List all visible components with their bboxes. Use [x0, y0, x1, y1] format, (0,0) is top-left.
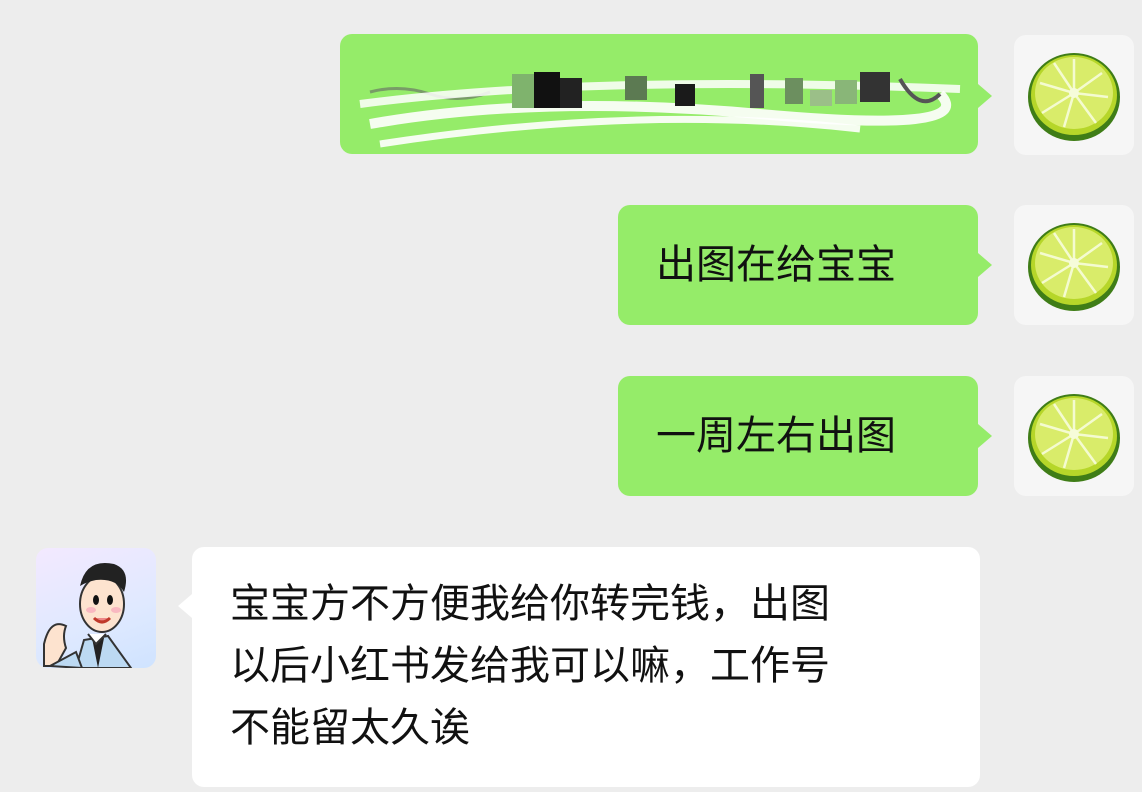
message-bubble-redacted[interactable]: [340, 34, 978, 154]
lime-slice-icon: [1028, 53, 1120, 141]
bubble-tail: [178, 594, 192, 618]
lime-slice-icon: [1028, 223, 1120, 311]
cartoon-man-icon: [43, 562, 133, 668]
self-avatar[interactable]: [1014, 376, 1134, 496]
message-bubble-incoming[interactable]: 宝宝方不方便我给你转完钱，出图 以后小红书发给我可以嘛，工作号 不能留太久诶: [192, 547, 980, 787]
bubble-tail: [978, 424, 992, 448]
lime-slice-icon: [1028, 394, 1120, 482]
message-line: 不能留太久诶: [230, 705, 470, 751]
message-text: 一周左右出图: [656, 413, 896, 459]
self-avatar[interactable]: [1014, 35, 1134, 155]
message-bubble-outgoing[interactable]: 出图在给宝宝: [618, 205, 978, 325]
self-avatar[interactable]: [1014, 205, 1134, 325]
message-text: 出图在给宝宝: [656, 242, 896, 288]
bubble-tail: [978, 253, 992, 277]
message-line: 以后小红书发给我可以嘛，工作号: [230, 643, 830, 689]
message-bubble-outgoing[interactable]: 一周左右出图: [618, 376, 978, 496]
message-line: 宝宝方不方便我给你转完钱，出图: [230, 581, 830, 627]
contact-avatar[interactable]: [36, 548, 156, 668]
bubble-tail: [978, 84, 992, 108]
redacted-content: [340, 34, 978, 154]
